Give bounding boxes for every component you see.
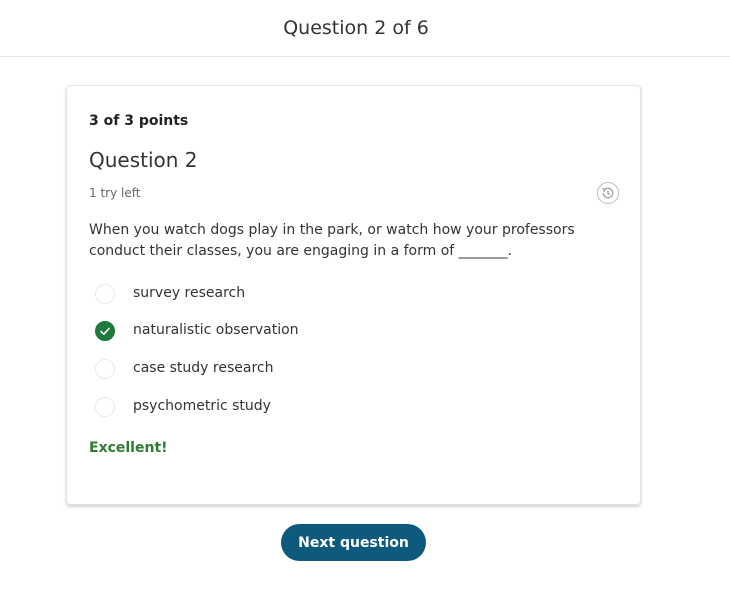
option-psychometric-study[interactable]: psychometric study [95,397,575,419]
tries-left: 1 try left [89,186,141,200]
radio-button-selected[interactable] [95,321,115,341]
option-survey-research[interactable]: survey research [95,284,575,306]
radio-button[interactable] [95,359,115,379]
radio-button[interactable] [95,284,115,304]
option-label: naturalistic observation [133,322,299,338]
option-naturalistic-observation[interactable]: naturalistic observation [95,321,575,343]
option-label: psychometric study [133,398,271,414]
option-label: survey research [133,285,246,301]
next-question-button[interactable]: Next question [281,524,426,561]
question-prompt: When you watch dogs play in the park, or… [89,222,575,259]
option-label: case study research [133,360,274,376]
points-score: 3 of 3 points [89,113,189,129]
radio-button[interactable] [95,397,115,417]
history-icon [602,187,614,199]
question-card: 3 of 3 points Question 2 1 try left When… [66,85,641,505]
question-title: Question 2 [89,148,198,172]
page-header: Question 2 of 6 [0,0,730,57]
option-case-study-research[interactable]: case study research [95,359,575,381]
history-button[interactable] [597,182,619,204]
feedback-message: Excellent! [89,440,168,456]
question-counter: Question 2 of 6 [283,17,429,39]
check-icon [100,327,110,335]
